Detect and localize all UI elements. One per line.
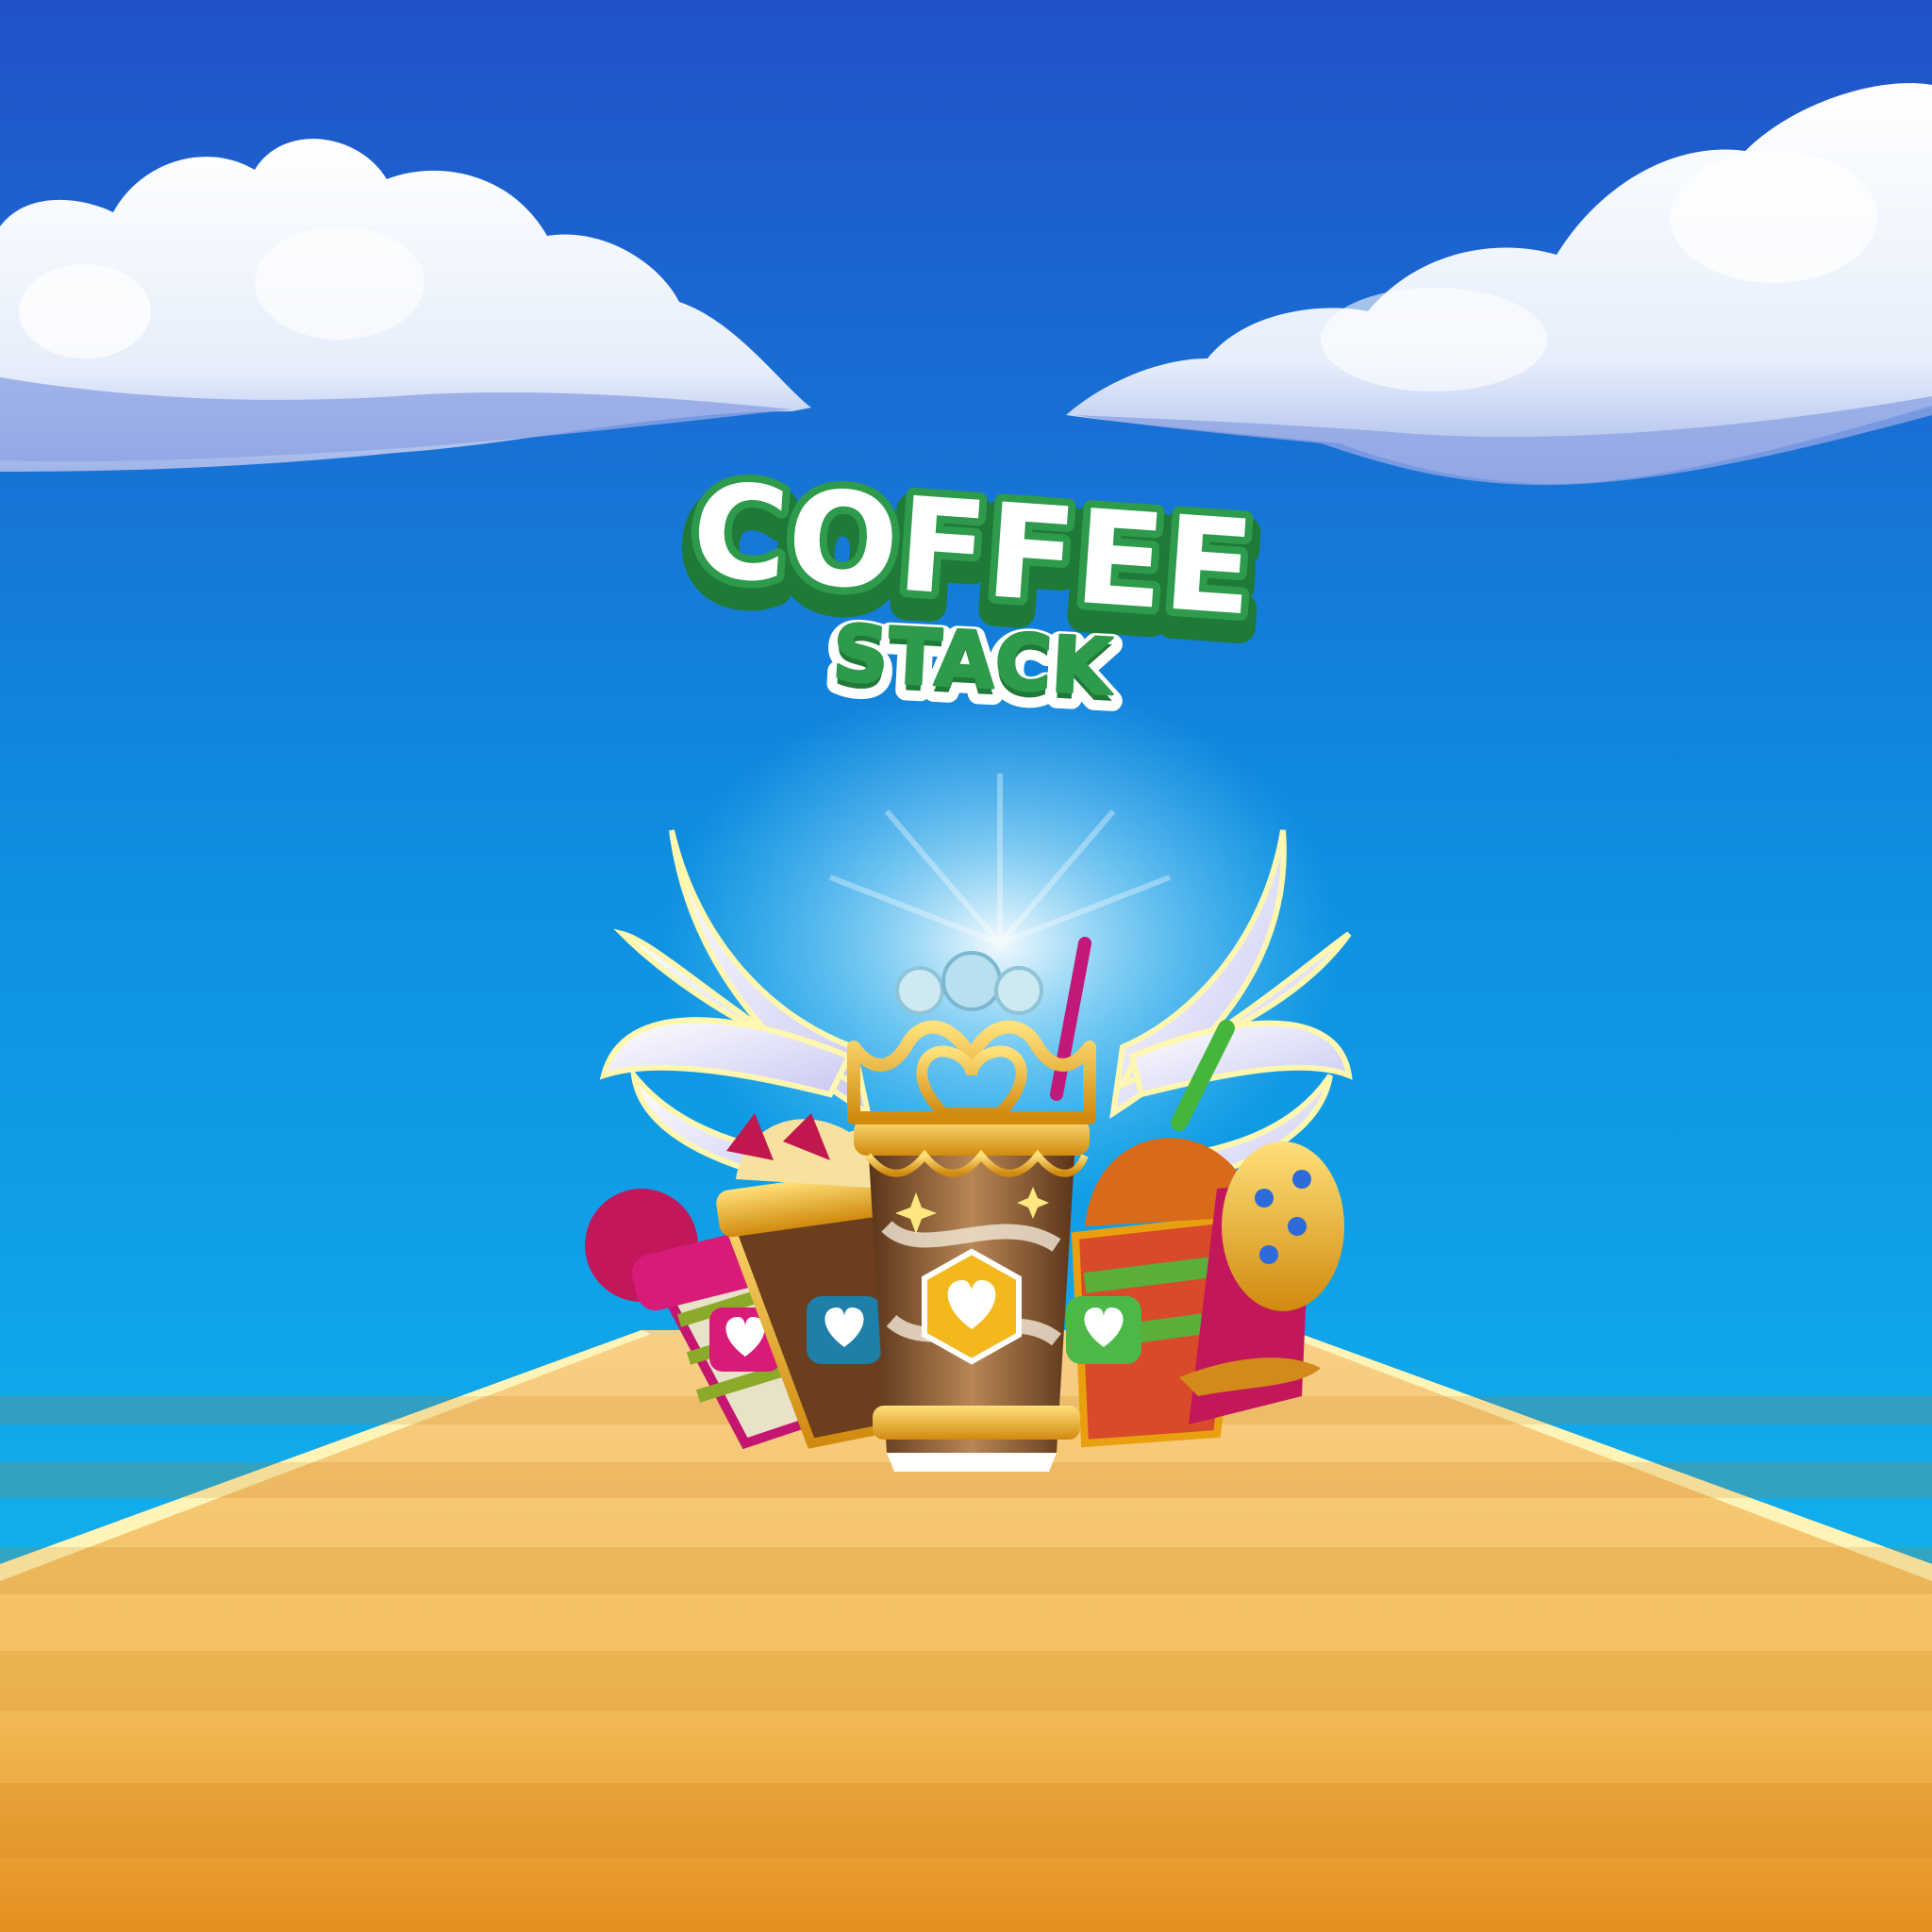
game-scene: COFFEE COFFEE STACK STACK [0,0,1932,1932]
logo-title-line2-face: STACK [830,608,1117,713]
heart-icon [807,1296,882,1364]
heart-icon [1066,1296,1141,1364]
heart-icon [922,1248,1022,1365]
